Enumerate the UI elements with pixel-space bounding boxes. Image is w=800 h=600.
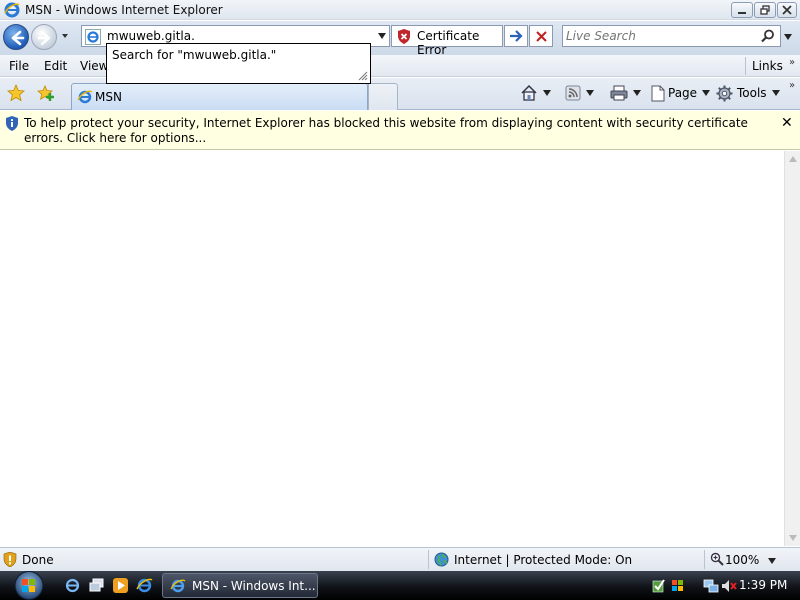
certificate-error-shield-icon — [398, 29, 410, 44]
vertical-scrollbar[interactable] — [784, 151, 800, 546]
media-player-icon[interactable] — [112, 577, 129, 594]
tray-security-icon[interactable] — [652, 578, 668, 594]
volume-muted-icon[interactable] — [721, 578, 737, 594]
resize-grip-icon[interactable] — [356, 69, 368, 81]
address-dropdown-icon[interactable] — [378, 33, 386, 39]
internet-globe-icon — [434, 552, 449, 567]
feeds-dropdown-icon[interactable] — [586, 90, 594, 96]
rss-feed-icon — [565, 85, 581, 101]
taskbar-ie-icon — [170, 579, 186, 593]
search-icon[interactable] — [761, 29, 775, 43]
tab-msn[interactable]: MSN — [71, 83, 368, 110]
stop-x-icon — [535, 30, 547, 42]
tools-menu-button[interactable]: Tools — [716, 84, 780, 102]
tools-menu-label: Tools — [737, 86, 767, 100]
recent-pages-dropdown-icon[interactable] — [61, 32, 69, 40]
links-toolbar[interactable]: Links — [752, 59, 783, 73]
status-warning-shield-icon — [3, 552, 17, 567]
close-button[interactable] — [777, 2, 797, 18]
minimize-icon — [738, 12, 746, 14]
tools-dropdown-icon — [771, 90, 780, 96]
home-icon — [521, 84, 537, 101]
back-button[interactable] — [3, 24, 29, 50]
gear-icon — [716, 85, 733, 101]
system-clock[interactable]: 1:39 PM — [739, 578, 787, 592]
menu-edit[interactable]: Edit — [44, 59, 67, 73]
close-information-bar-icon[interactable]: ✕ — [781, 115, 793, 131]
quicklaunch-ie-blue-icon[interactable] — [136, 577, 153, 594]
certificate-error-button[interactable]: Certificate Error — [391, 25, 503, 57]
maximize-button[interactable] — [754, 2, 776, 18]
ie-logo-icon — [4, 2, 20, 18]
tab-title: MSN — [95, 90, 122, 104]
system-tray: 1:39 PM — [648, 574, 800, 598]
taskbar-window-label: MSN - Windows Int... — [192, 579, 316, 593]
go-button[interactable] — [504, 25, 528, 47]
window-title: MSN - Windows Internet Explorer — [25, 3, 223, 17]
status-bar: Done Internet | Protected Mode: On 100% — [0, 547, 800, 571]
feeds-button[interactable] — [565, 84, 594, 102]
minimize-button[interactable] — [731, 2, 753, 18]
taskbar-ie-window-button[interactable]: MSN - Windows Int... — [162, 573, 318, 598]
page-dropdown-icon — [702, 90, 711, 96]
search-input[interactable] — [566, 28, 756, 44]
links-separator — [745, 57, 746, 75]
certificate-error-label: Certificate Error — [417, 29, 480, 57]
status-separator — [428, 550, 429, 569]
address-url[interactable]: mwuweb.gitla. — [107, 29, 195, 43]
information-bar-message[interactable]: To help protect your security, Internet … — [24, 116, 774, 146]
page-ie-icon — [85, 29, 101, 45]
add-to-favorites-icon[interactable] — [37, 84, 55, 102]
security-information-bar[interactable]: To help protect your security, Internet … — [0, 111, 800, 150]
restore-icon — [760, 5, 770, 15]
home-dropdown-icon[interactable] — [543, 90, 551, 96]
address-suggestion-popup[interactable]: Search for "mwuweb.gitla." — [106, 43, 371, 84]
search-options-dropdown-icon[interactable] — [784, 34, 792, 40]
menu-view[interactable]: View — [80, 59, 108, 73]
title-bar: MSN - Windows Internet Explorer — [0, 0, 800, 20]
command-bar-chevron-icon[interactable]: » — [789, 80, 795, 91]
live-search-box[interactable] — [562, 25, 781, 47]
new-tab-button[interactable] — [368, 83, 398, 110]
menu-file[interactable]: File — [9, 59, 29, 73]
page-menu-label: Page — [668, 86, 698, 100]
zoom-level[interactable]: 100% — [725, 553, 759, 567]
switch-windows-icon[interactable] — [88, 577, 105, 594]
forward-arrow-icon — [37, 30, 51, 46]
suggestion-text[interactable]: Search for "mwuweb.gitla." — [112, 48, 276, 62]
scroll-up-icon[interactable] — [789, 156, 797, 162]
printer-icon — [610, 85, 628, 101]
home-button[interactable] — [520, 84, 551, 102]
start-orb-icon[interactable] — [8, 571, 50, 600]
status-text: Done — [22, 553, 54, 567]
quicklaunch-ie-icon[interactable] — [64, 577, 81, 594]
status-separator — [704, 550, 705, 569]
go-arrow-icon — [510, 30, 523, 42]
taskbar: MSN - Windows Int... 1:39 PM — [0, 571, 800, 600]
tab-ie-icon — [77, 90, 93, 104]
zoom-dropdown-icon[interactable] — [768, 558, 776, 564]
back-arrow-icon — [11, 30, 25, 46]
tray-windows-flag-icon[interactable] — [670, 578, 686, 594]
network-icon[interactable] — [703, 578, 719, 594]
links-chevron-icon[interactable]: » — [789, 57, 795, 68]
scroll-down-icon[interactable] — [789, 535, 797, 541]
security-zone-text[interactable]: Internet | Protected Mode: On — [454, 553, 632, 567]
print-button[interactable] — [610, 84, 641, 102]
page-icon — [651, 85, 665, 101]
print-dropdown-icon[interactable] — [633, 90, 641, 96]
stop-button[interactable] — [529, 25, 553, 47]
info-shield-icon — [6, 116, 18, 131]
close-icon — [782, 5, 792, 15]
zoom-icon[interactable] — [710, 552, 724, 566]
page-content — [0, 151, 784, 546]
forward-button[interactable] — [31, 24, 57, 50]
page-menu-button[interactable]: Page — [651, 84, 711, 102]
favorites-center-icon[interactable] — [7, 84, 25, 102]
